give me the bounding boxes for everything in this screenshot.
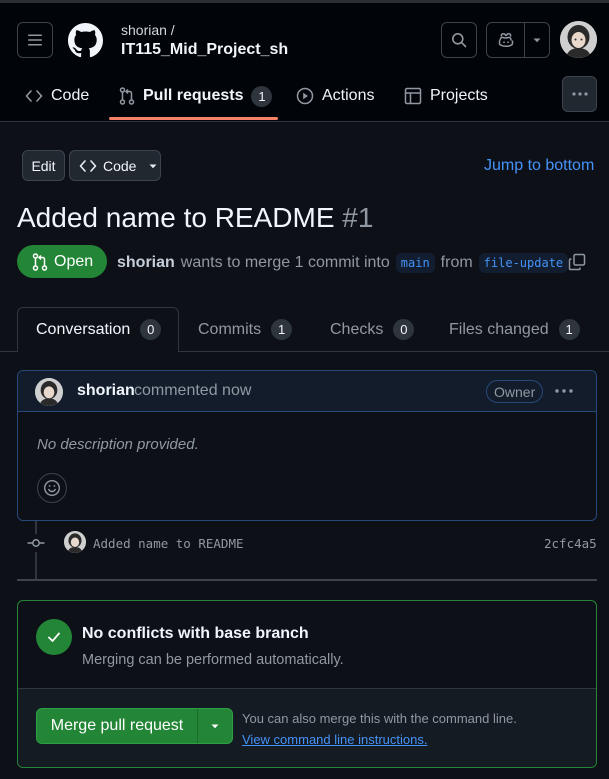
app-header: shorian / IT115_Mid_Project_sh Code Pull… (0, 0, 609, 122)
tab-files-changed-count: 1 (558, 319, 580, 340)
owner-badge: Owner (486, 380, 544, 403)
play-icon (296, 87, 314, 105)
comment-author[interactable]: shorian (77, 382, 135, 400)
pr-author-link[interactable]: shorian (117, 254, 175, 272)
add-reaction-button[interactable] (37, 473, 67, 503)
page-title: Added name to README #1 (17, 202, 373, 234)
merge-status-indicator (36, 619, 72, 655)
comment-header: shorian commented now Owner (18, 371, 596, 412)
table-icon (404, 87, 422, 105)
tab-code-label: Code (51, 87, 90, 104)
tab-commits[interactable]: Commits 1 (198, 319, 293, 340)
tab-actions[interactable]: Actions (296, 73, 374, 119)
kebab-horizontal-icon (555, 389, 573, 393)
copilot-button-group (486, 22, 550, 58)
tab-commits-label: Commits (198, 320, 262, 338)
tab-files-changed[interactable]: Files changed 1 (449, 319, 580, 340)
tab-checks[interactable]: Checks 0 (330, 319, 415, 340)
pr-from-text: from (440, 254, 473, 271)
tab-checks-label: Checks (330, 320, 384, 338)
merge-box: No conflicts with base branch Merging ca… (17, 600, 597, 768)
pr-description-comment: shorian commented now Owner No descripti… (17, 370, 597, 521)
pr-merge-text: wants to merge 1 commit into (180, 254, 390, 271)
git-commit-icon (27, 539, 45, 547)
check-icon (48, 632, 60, 642)
code-button-label: Code (103, 157, 137, 174)
comment-timestamp[interactable]: commented now (134, 382, 251, 400)
avatar-image-icon (560, 21, 597, 58)
code-icon (79, 159, 97, 172)
git-pull-request-icon (32, 252, 48, 271)
timeline-separator (17, 579, 597, 581)
avatar-image-icon (64, 531, 86, 553)
command-line-hint: You can also merge this with the command… (242, 711, 517, 726)
hamburger-icon (28, 34, 42, 46)
tab-conversation[interactable]: Conversation 0 (36, 319, 162, 340)
github-logo-icon[interactable] (68, 23, 103, 58)
smiley-icon (43, 479, 61, 497)
commit-author-avatar[interactable] (64, 531, 86, 553)
pr-title: Added name to README (17, 202, 335, 233)
tab-files-changed-label: Files changed (449, 320, 549, 338)
triangle-down-icon (533, 38, 541, 43)
tab-commits-count: 1 (271, 319, 293, 340)
tab-projects-label: Projects (430, 87, 488, 104)
command-line-instructions-link[interactable]: View command line instructions. (242, 732, 427, 747)
search-button[interactable] (441, 22, 477, 58)
commit-message-link[interactable]: Added name to README (93, 536, 244, 551)
active-tab-indicator (109, 117, 278, 120)
merge-status-section: No conflicts with base branch Merging ca… (18, 601, 596, 689)
more-nav-button[interactable] (562, 76, 597, 112)
tab-projects[interactable]: Projects (404, 73, 488, 119)
merge-status-subtitle: Merging can be performed automatically. (82, 652, 344, 668)
pr-state-badge: Open (17, 245, 107, 278)
pull-requests-count: 1 (251, 85, 273, 107)
pr-number: #1 (342, 202, 374, 233)
edit-button[interactable]: Edit (22, 150, 65, 181)
avatar-image-icon (35, 378, 63, 406)
tab-conversation-label: Conversation (36, 320, 131, 338)
triangle-down-icon (211, 724, 219, 729)
commit-sha-link[interactable]: 2cfc4a5 (544, 536, 597, 551)
repo-name[interactable]: IT115_Mid_Project_sh (121, 41, 288, 59)
copilot-dropdown[interactable] (525, 23, 549, 57)
repo-owner[interactable]: shorian / (121, 22, 175, 38)
repo-nav: Code Pull requests 1 Actions Projects (0, 73, 609, 121)
triangle-down-icon (149, 164, 157, 168)
timeline-commit-node (27, 534, 45, 552)
menu-button[interactable] (17, 22, 53, 58)
kebab-horizontal-icon (571, 92, 588, 96)
copilot-button[interactable] (487, 23, 525, 57)
head-branch[interactable]: file-update (478, 253, 569, 273)
merge-status-title: No conflicts with base branch (82, 625, 309, 642)
tab-code[interactable]: Code (25, 73, 89, 119)
pr-meta: shorian wants to merge 1 commit into mai… (117, 253, 569, 273)
merge-pull-request-button[interactable]: Merge pull request (37, 709, 198, 743)
comment-avatar[interactable] (35, 378, 63, 406)
merge-method-dropdown[interactable] (198, 709, 232, 743)
comment-body: No description provided. (37, 436, 199, 453)
tab-conversation-count: 0 (140, 319, 162, 340)
copilot-icon (498, 33, 513, 48)
copy-branch-button[interactable] (568, 253, 586, 271)
base-branch[interactable]: main (395, 253, 435, 273)
copy-icon (568, 253, 586, 271)
tab-actions-label: Actions (322, 87, 375, 104)
tab-pull-requests[interactable]: Pull requests 1 (119, 73, 273, 119)
top-edge (0, 0, 609, 3)
pr-state-label: Open (54, 252, 94, 270)
git-pull-request-icon (119, 87, 135, 105)
jump-to-bottom-link[interactable]: Jump to bottom (484, 157, 594, 175)
search-icon (452, 33, 467, 48)
code-dropdown-button[interactable]: Code (69, 150, 161, 181)
code-icon (25, 90, 43, 102)
comment-options-button[interactable] (554, 383, 574, 399)
merge-button-group: Merge pull request (36, 708, 233, 744)
tab-checks-count: 0 (393, 319, 415, 340)
user-avatar[interactable] (560, 21, 597, 58)
merge-actions-section: Merge pull request You can also merge th… (18, 689, 596, 767)
tab-pull-requests-label: Pull requests (143, 87, 244, 104)
